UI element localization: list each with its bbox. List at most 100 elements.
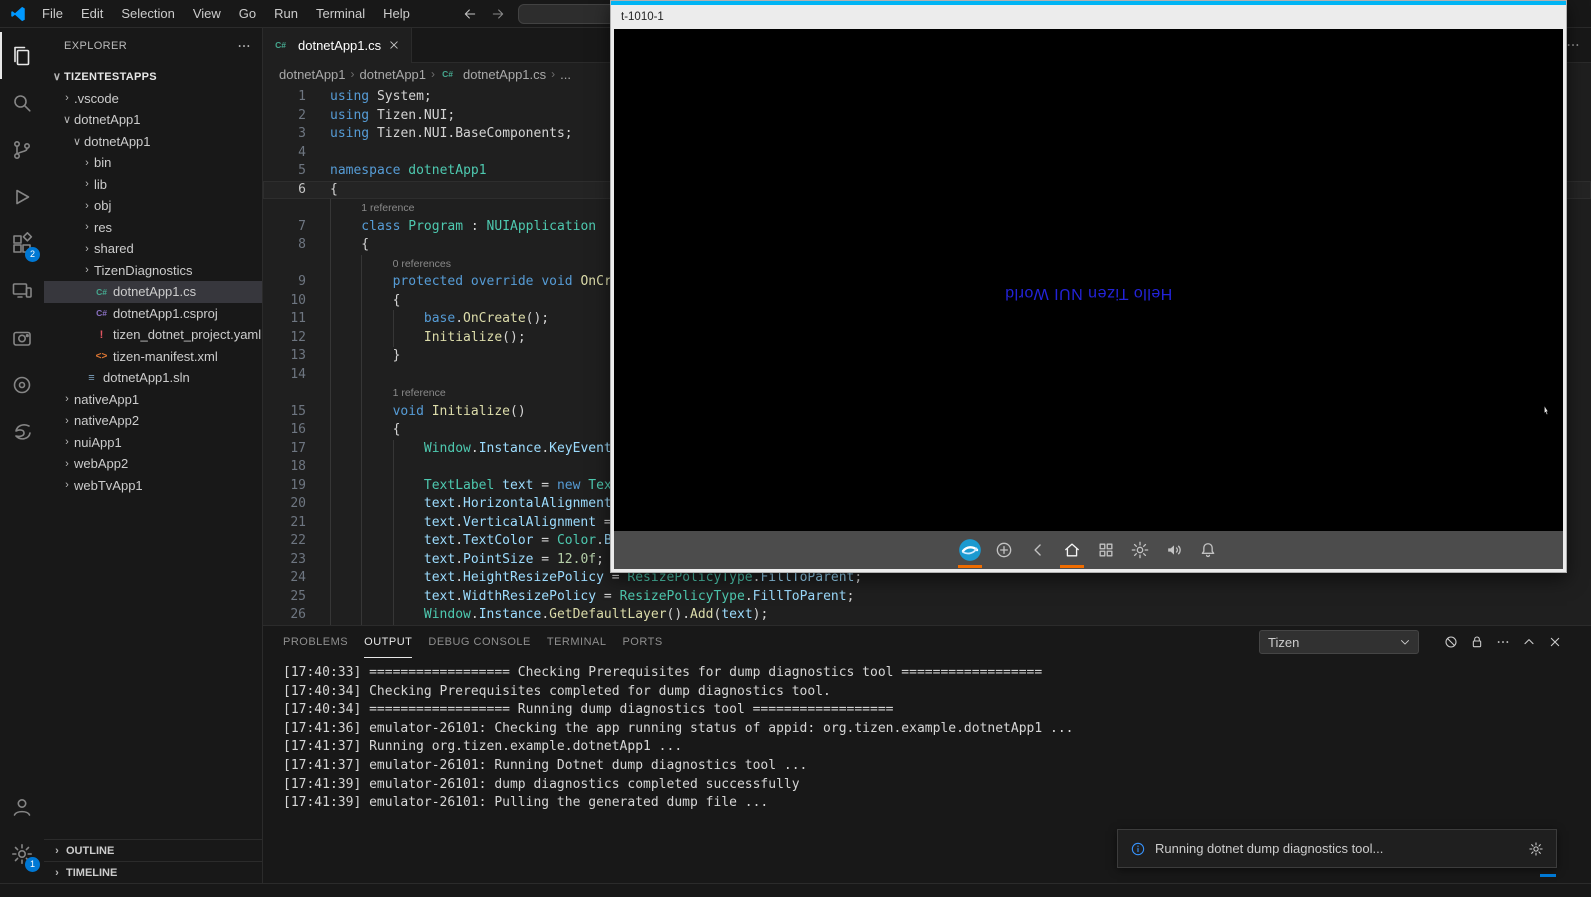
- tree-item-shared[interactable]: ›shared: [44, 238, 262, 260]
- nav-forward-icon[interactable]: [490, 6, 506, 22]
- tree-item-dotnetapp1[interactable]: ∨dotnetApp1: [44, 109, 262, 131]
- tab-label: dotnetApp1.cs: [298, 38, 381, 53]
- activitybar-extensions-icon[interactable]: 2: [0, 220, 44, 267]
- menu-help[interactable]: Help: [374, 0, 419, 28]
- maximize-panel-icon[interactable]: [1521, 634, 1537, 650]
- line-number: 24: [263, 569, 330, 588]
- tree-item-webapp2[interactable]: ›webApp2: [44, 453, 262, 475]
- breadcrumb-item[interactable]: dotnetApp1: [360, 67, 427, 82]
- tree-item-tizentestapps[interactable]: ∨TIZENTESTAPPS: [44, 66, 262, 88]
- indent-guide: [361, 551, 392, 570]
- extensions-badge: 2: [25, 247, 40, 262]
- lock-icon[interactable]: [1469, 634, 1485, 650]
- activitybar-explorer-icon[interactable]: [0, 32, 44, 79]
- panel-tab-output[interactable]: OUTPUT: [364, 626, 412, 658]
- activitybar-search-icon[interactable]: [0, 79, 44, 126]
- indent-guide: [330, 551, 361, 570]
- emulator-screen[interactable]: Hello Tizen NUI World: [614, 29, 1563, 569]
- codelens-reference-link[interactable]: 0 references: [393, 258, 451, 270]
- tree-item-obj[interactable]: ›obj: [44, 195, 262, 217]
- panel-tab-terminal[interactable]: TERMINAL: [547, 626, 607, 658]
- tree-item-label: shared: [94, 241, 134, 256]
- activitybar-tizen-device-manager-icon[interactable]: [0, 314, 44, 361]
- chevron-right-icon: ›: [60, 393, 74, 405]
- output-line: [17:41:37] emulator-26101: Running Dotne…: [283, 757, 1591, 776]
- notification-settings-icon[interactable]: [1528, 841, 1544, 857]
- menu-view[interactable]: View: [184, 0, 230, 28]
- breadcrumb-item[interactable]: dotnetApp1: [279, 67, 346, 82]
- emulator-back-icon[interactable]: [1021, 531, 1055, 569]
- line-number: 16: [263, 421, 330, 440]
- indent-guide: [330, 255, 361, 274]
- tab-dotnetapp1-cs[interactable]: C# dotnetApp1.cs: [263, 28, 412, 63]
- nav-back-icon[interactable]: [462, 6, 478, 22]
- codelens-reference-link[interactable]: 1 reference: [361, 202, 414, 214]
- tree-item--vscode[interactable]: ›.vscode: [44, 88, 262, 110]
- menu-selection[interactable]: Selection: [112, 0, 183, 28]
- menu-edit[interactable]: Edit: [72, 0, 112, 28]
- menu-go[interactable]: Go: [230, 0, 265, 28]
- editor-more-actions-icon[interactable]: [1565, 37, 1581, 53]
- activitybar-settings-icon[interactable]: 1: [0, 830, 44, 877]
- tree-item-tizendiagnostics[interactable]: ›TizenDiagnostics: [44, 260, 262, 282]
- activitybar-remote-explorer-icon[interactable]: [0, 267, 44, 314]
- emulator-tizen-logo-icon[interactable]: [953, 531, 987, 569]
- code-token: using: [330, 126, 377, 141]
- activitybar-accounts-icon[interactable]: [0, 783, 44, 830]
- output-channel-dropdown[interactable]: Tizen: [1259, 630, 1419, 654]
- tree-item-dotnetapp1-sln[interactable]: ≡dotnetApp1.sln: [44, 367, 262, 389]
- code-token: HeightResizePolicy: [463, 570, 604, 585]
- chevron-right-icon: ›: [60, 92, 74, 104]
- tree-item-nuiapp1[interactable]: ›nuiApp1: [44, 432, 262, 454]
- tree-item-lib[interactable]: ›lib: [44, 174, 262, 196]
- panel-tab-ports[interactable]: PORTS: [622, 626, 662, 658]
- code-token: OnCreate: [463, 311, 526, 326]
- indent-guide: [330, 588, 361, 607]
- emulator-titlebar[interactable]: t-1010-1: [611, 5, 1566, 29]
- outline-section[interactable]: › OUTLINE: [44, 839, 262, 861]
- output-line: [17:41:39] emulator-26101: Pulling the g…: [283, 794, 1591, 813]
- breadcrumb-item[interactable]: C#dotnetApp1.cs: [440, 67, 546, 82]
- panel-tab-debug-console[interactable]: DEBUG CONSOLE: [428, 626, 530, 658]
- emulator-volume-icon[interactable]: [1157, 531, 1191, 569]
- panel-tab-problems[interactable]: PROBLEMS: [283, 626, 348, 658]
- menu-run[interactable]: Run: [265, 0, 307, 28]
- emulator-notifications-icon[interactable]: [1191, 531, 1225, 569]
- line-number: 25: [263, 588, 330, 607]
- codelens-reference-link[interactable]: 1 reference: [393, 387, 446, 399]
- tree-item-tizen-dotnet-project-yaml[interactable]: !tizen_dotnet_project.yaml: [44, 324, 262, 346]
- tree-item-bin[interactable]: ›bin: [44, 152, 262, 174]
- activitybar-tizen-extension-icon[interactable]: [0, 408, 44, 455]
- csproj-file-icon: C#: [94, 308, 109, 318]
- emulator-zoom-in-icon[interactable]: [987, 531, 1021, 569]
- more-actions-icon[interactable]: [1495, 634, 1511, 650]
- tree-item-tizen-manifest-xml[interactable]: <>tizen-manifest.xml: [44, 346, 262, 368]
- breadcrumb-item[interactable]: ...: [560, 67, 571, 82]
- indent-guide: [393, 551, 424, 570]
- tree-item-label: TizenDiagnostics: [94, 263, 193, 278]
- tree-item-dotnetapp1[interactable]: ∨dotnetApp1: [44, 131, 262, 153]
- emulator-recent-apps-icon[interactable]: [1089, 531, 1123, 569]
- emulator-home-icon[interactable]: [1055, 531, 1089, 569]
- tree-item-dotnetapp1-csproj[interactable]: C#dotnetApp1.csproj: [44, 303, 262, 325]
- timeline-section[interactable]: › TIMELINE: [44, 861, 262, 883]
- explorer-more-actions-icon[interactable]: [236, 38, 252, 54]
- activitybar-run-and-debug-icon[interactable]: [0, 173, 44, 220]
- emulator-settings-icon[interactable]: [1123, 531, 1157, 569]
- tree-item-nativeapp2[interactable]: ›nativeApp2: [44, 410, 262, 432]
- close-panel-icon[interactable]: [1547, 634, 1563, 650]
- line-number: 2: [263, 107, 330, 126]
- indent-guide: [393, 310, 424, 329]
- close-tab-icon[interactable]: [387, 38, 401, 52]
- clear-output-icon[interactable]: [1443, 634, 1459, 650]
- tree-item-dotnetapp1-cs[interactable]: C#dotnetApp1.cs: [44, 281, 262, 303]
- tree-item-nativeapp1[interactable]: ›nativeApp1: [44, 389, 262, 411]
- activitybar-source-control-icon[interactable]: [0, 126, 44, 173]
- line-number: 19: [263, 477, 330, 496]
- menu-file[interactable]: File: [33, 0, 72, 28]
- tree-item-webtvapp1[interactable]: ›webTvApp1: [44, 475, 262, 497]
- activitybar-tizen-certificate-manager-icon[interactable]: [0, 361, 44, 408]
- tree-item-label: res: [94, 220, 112, 235]
- menu-terminal[interactable]: Terminal: [307, 0, 374, 28]
- tree-item-res[interactable]: ›res: [44, 217, 262, 239]
